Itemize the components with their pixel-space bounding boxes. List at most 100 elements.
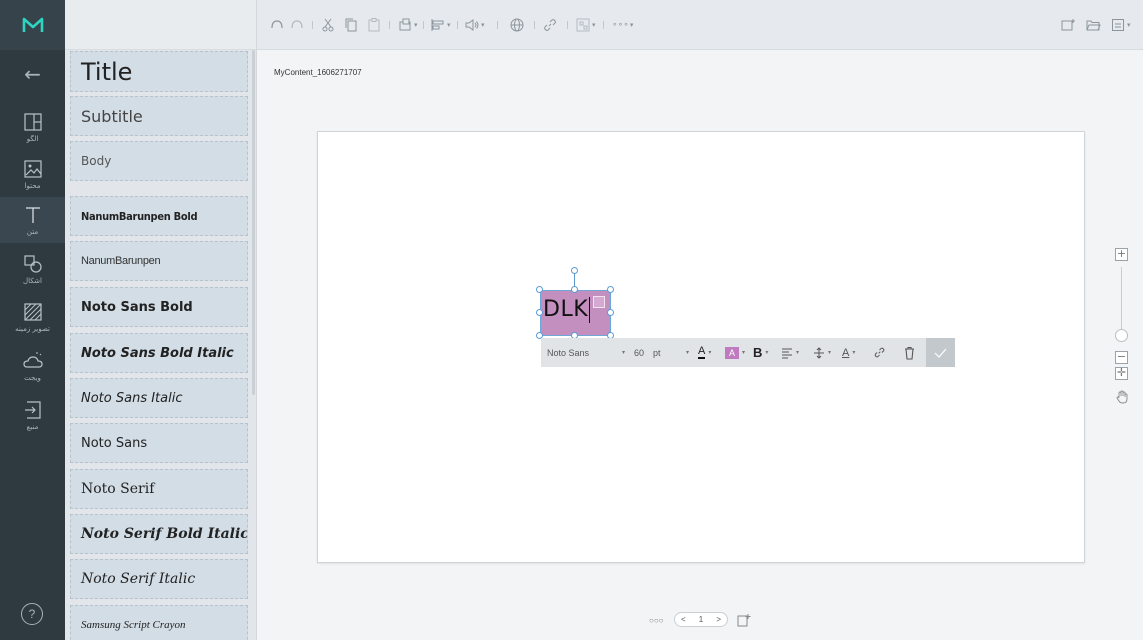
link-icon[interactable] [542,15,558,35]
audio-icon[interactable]: ▾ [464,15,485,35]
text-icon [25,207,40,223]
source-import-icon [24,401,41,419]
main-toolbar: ▾ ▾ ▾ ▾ ∘∘∘ ▾ ▾ [257,0,1143,50]
delete-button[interactable] [903,338,916,367]
spacing-button[interactable]: ▾ [813,338,831,367]
resize-handle-top-left[interactable] [536,286,543,293]
rail-item-shapes[interactable]: اشکال [0,246,65,292]
hand-pan-icon[interactable] [1116,390,1128,404]
style-item-noto-sans-italic[interactable]: Noto Sans Italic [70,378,248,418]
redo-icon[interactable] [289,15,305,35]
arrange-icon[interactable]: ▾ [397,15,418,35]
qr-icon[interactable]: ▾ [575,15,596,35]
rail-item-widget[interactable]: ویجت [0,343,65,389]
panel-scrollbar[interactable] [252,50,255,395]
style-item-body[interactable]: Body [70,141,248,181]
copy-icon[interactable] [343,15,359,35]
help-icon[interactable]: ? [21,603,43,625]
style-item-noto-sans-bold-italic[interactable]: Noto Sans Bold Italic [70,333,248,373]
style-item-samsung-script-crayon[interactable]: Samsung Script Crayon [70,605,248,640]
text-link-button[interactable] [873,338,886,367]
undo-icon[interactable] [269,15,285,35]
rail-item-label: الگو [26,135,39,143]
layout-icon [23,113,42,131]
style-item-noto-sans-bold[interactable]: Noto Sans Bold [70,287,248,327]
highlight-color-button[interactable]: A ▾ [725,338,745,367]
text-effect-icon: A [842,346,850,359]
style-item-title[interactable]: Title [70,51,248,92]
text-style-panel: Title Subtitle Body NanumBarunpen Bold N… [65,0,257,640]
resize-handle-right[interactable] [607,309,614,316]
app-logo[interactable] [0,0,65,50]
content-file-name[interactable]: MyContent_1606271707 [274,68,362,77]
rail-item-label: اشکال [23,277,42,285]
style-item-noto-serif-italic[interactable]: Noto Serif Italic [70,559,248,599]
resize-handle-left[interactable] [536,309,543,316]
font-color-icon: A [698,345,706,359]
rail-item-label: منبع [26,423,39,431]
align-objects-icon[interactable]: ▾ [430,15,451,35]
text-effect-button[interactable]: A ▾ [842,338,855,367]
style-item-nanumbarunpen-bold[interactable]: NanumBarunpen Bold [70,196,248,236]
page-thumbnails-toggle[interactable]: ○○○ [649,612,664,628]
current-page-number[interactable]: 1 [699,615,703,624]
style-item-noto-serif[interactable]: Noto Serif [70,469,248,509]
zoom-out-button[interactable]: − [1115,351,1128,364]
align-text-button[interactable]: ▾ [781,338,799,367]
resize-handle-top-right[interactable] [607,286,614,293]
back-arrow-icon[interactable]: ← [0,57,65,91]
image-icon [23,160,42,178]
rail-item-source[interactable]: منبع [0,392,65,438]
cut-icon[interactable] [320,15,336,35]
bold-icon: B [753,345,763,360]
next-page-button[interactable]: > [716,615,721,624]
rail-item-text[interactable]: متن [0,197,65,243]
panel-header [65,0,256,50]
prev-page-button[interactable]: < [681,615,686,624]
rail-item-label: محتوا [24,182,41,190]
style-item-noto-sans[interactable]: Noto Sans [70,423,248,463]
thumbnail-dots-icon: ○○○ [649,615,664,625]
more-options-icon[interactable]: ∘∘∘ ▾ [612,15,633,35]
bold-button[interactable]: B ▾ [753,338,768,367]
text-cursor [589,297,590,323]
confirm-check-button[interactable] [926,338,955,367]
rail-item-label: ویجت [24,374,41,382]
font-size-select[interactable]: 60 pt ▾ [634,338,689,367]
rail-item-label: تصویر زمینه [15,325,50,333]
text-format-bar: Noto Sans ▾ 60 pt ▾ A ▾ A ▾ B ▾ ▾ ▾ A ▾ [541,338,955,367]
rail-item-background[interactable]: تصویر زمینه [0,294,65,340]
new-content-icon[interactable] [1060,15,1076,35]
align-left-icon [782,348,792,358]
style-item-nanumbarunpen[interactable]: NanumBarunpen [70,241,248,281]
trash-icon [905,346,914,360]
selected-text-box[interactable]: DLK [540,290,611,336]
line-spacing-icon [814,346,824,359]
font-size-unit: pt [653,347,661,358]
rail-item-layout[interactable]: الگو [0,104,65,150]
zoom-slider-knob[interactable] [1115,329,1128,342]
text-box-edit-icon[interactable] [593,296,605,308]
paste-icon[interactable] [366,15,382,35]
rotate-handle[interactable] [571,267,578,274]
zoom-slider-track[interactable] [1121,267,1122,331]
save-icon[interactable]: ▾ [1110,15,1131,35]
font-family-select[interactable]: Noto Sans ▾ [547,338,627,367]
open-folder-icon[interactable] [1085,15,1101,35]
add-page-icon[interactable] [737,612,751,628]
rail-item-label: متن [26,228,39,236]
widget-weather-icon [22,352,43,368]
highlight-icon: A [725,346,740,359]
link-icon [874,347,885,358]
zoom-in-button[interactable]: + [1115,248,1128,261]
resize-handle-top[interactable] [571,286,578,293]
font-color-button[interactable]: A ▾ [698,338,711,367]
rail-item-content[interactable]: محتوا [0,151,65,197]
text-box-content[interactable]: DLK [543,297,588,322]
m-logo-icon [22,17,43,32]
style-item-noto-serif-bold-italic[interactable]: Noto Serif Bold Italic [70,514,248,554]
style-item-subtitle[interactable]: Subtitle [70,96,248,136]
web-globe-icon[interactable] [509,15,525,35]
fit-screen-icon[interactable]: ✛ [1115,367,1128,380]
shapes-icon [23,255,42,273]
